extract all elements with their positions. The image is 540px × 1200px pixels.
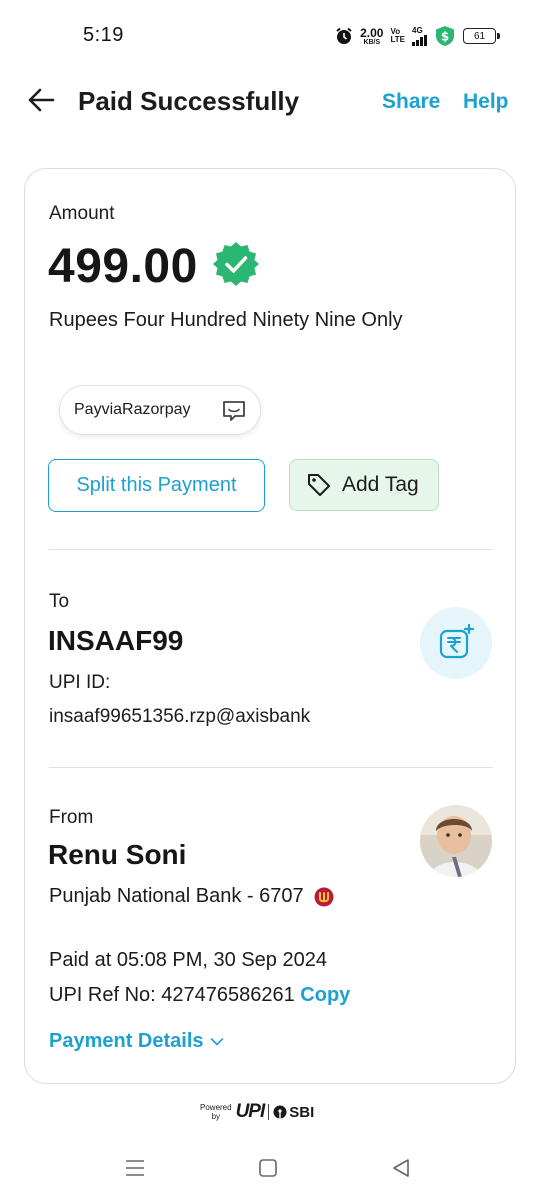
payer-bank: Punjab National Bank - 6707 xyxy=(49,885,334,908)
copy-ref-button[interactable]: Copy xyxy=(300,984,350,1006)
volte-bottom: LTE xyxy=(390,35,405,44)
payee-upi-id: insaaf99651356.rzp@axisbank xyxy=(49,706,311,727)
help-button[interactable]: Help xyxy=(463,90,509,114)
signal-icon: 4G xyxy=(412,25,427,46)
app-header: Paid Successfully Share Help xyxy=(0,72,540,132)
nav-back-icon[interactable] xyxy=(389,1156,413,1180)
amount-value: 499.00 xyxy=(48,240,198,293)
payment-note: PayviaRazorpay xyxy=(74,401,191,418)
payment-note-chip: PayviaRazorpay xyxy=(59,385,261,435)
logo-separator xyxy=(268,1104,270,1120)
signal-type: 4G xyxy=(412,25,423,35)
powered-label: Powered xyxy=(200,1103,232,1112)
payee-name: INSAAF99 xyxy=(48,625,184,656)
payer-avatar xyxy=(420,805,492,877)
net-speed-unit: KB/S xyxy=(363,38,381,46)
volte-indicator: Vo LTE xyxy=(390,28,405,44)
net-speed-value: 2.00 xyxy=(360,25,384,40)
amount-in-words: Rupees Four Hundred Ninety Nine Only xyxy=(49,309,403,331)
status-bar: 5:19 2.00 KB/S Vo LTE 4G $ 61 xyxy=(0,0,540,72)
upi-logo: UPI xyxy=(235,1101,266,1122)
pay-again-button[interactable] xyxy=(420,607,492,679)
status-time: 5:19 xyxy=(83,24,124,46)
tag-icon xyxy=(308,474,330,496)
alarm-icon xyxy=(336,27,352,44)
status-icons: 2.00 KB/S Vo LTE 4G $ 61 xyxy=(335,22,500,50)
payer-name: Renu Soni xyxy=(48,839,187,870)
rupee-add-icon xyxy=(439,623,475,659)
payment-details-toggle[interactable]: Payment Details xyxy=(49,1030,224,1053)
divider xyxy=(49,549,493,550)
home-icon[interactable] xyxy=(256,1156,280,1180)
by-label: by xyxy=(211,1112,221,1121)
battery-icon: 61 xyxy=(463,28,500,44)
sbi-logo: SBI xyxy=(273,1104,314,1121)
dollar-shield-icon: $ xyxy=(436,26,454,46)
divider xyxy=(49,767,493,768)
battery-level: 61 xyxy=(473,30,486,42)
verified-check-icon xyxy=(213,242,259,286)
upi-id-label: UPI ID: xyxy=(49,672,111,693)
svg-text:$: $ xyxy=(441,30,449,44)
share-button[interactable]: Share xyxy=(382,90,440,114)
sbi-keyhole-icon xyxy=(273,1105,287,1119)
from-label: From xyxy=(49,807,94,828)
sbi-text: SBI xyxy=(289,1103,315,1121)
amount-label: Amount xyxy=(49,203,115,224)
to-label: To xyxy=(49,591,70,612)
message-icon xyxy=(223,401,245,421)
back-arrow-icon[interactable] xyxy=(26,85,56,115)
payment-details-label: Payment Details xyxy=(49,1030,204,1052)
page-title: Paid Successfully xyxy=(78,86,300,116)
powered-by-footer: Powered by UPI SBI xyxy=(200,1100,314,1124)
system-nav-bar xyxy=(0,1140,540,1200)
split-payment-button[interactable]: Split this Payment xyxy=(48,459,265,512)
add-tag-label: Add Tag xyxy=(342,473,419,496)
upi-ref-line: UPI Ref No: 427476586261 Copy xyxy=(49,984,350,1007)
paid-timestamp: Paid at 05:08 PM, 30 Sep 2024 xyxy=(49,949,327,971)
upi-ref-number: UPI Ref No: 427476586261 xyxy=(49,984,295,1006)
chevron-down-icon xyxy=(210,1037,223,1046)
payer-bank-account: Punjab National Bank - 6707 xyxy=(49,885,304,907)
payment-receipt-card: Amount 499.00 Rupees Four Hundred Ninety… xyxy=(24,168,516,1084)
recent-apps-icon[interactable] xyxy=(123,1156,147,1180)
net-speed: 2.00 KB/S xyxy=(360,27,383,46)
pnb-bank-logo-icon xyxy=(314,887,334,906)
powered-by-text: Powered by xyxy=(200,1103,232,1121)
add-tag-button[interactable]: Add Tag xyxy=(289,459,439,511)
